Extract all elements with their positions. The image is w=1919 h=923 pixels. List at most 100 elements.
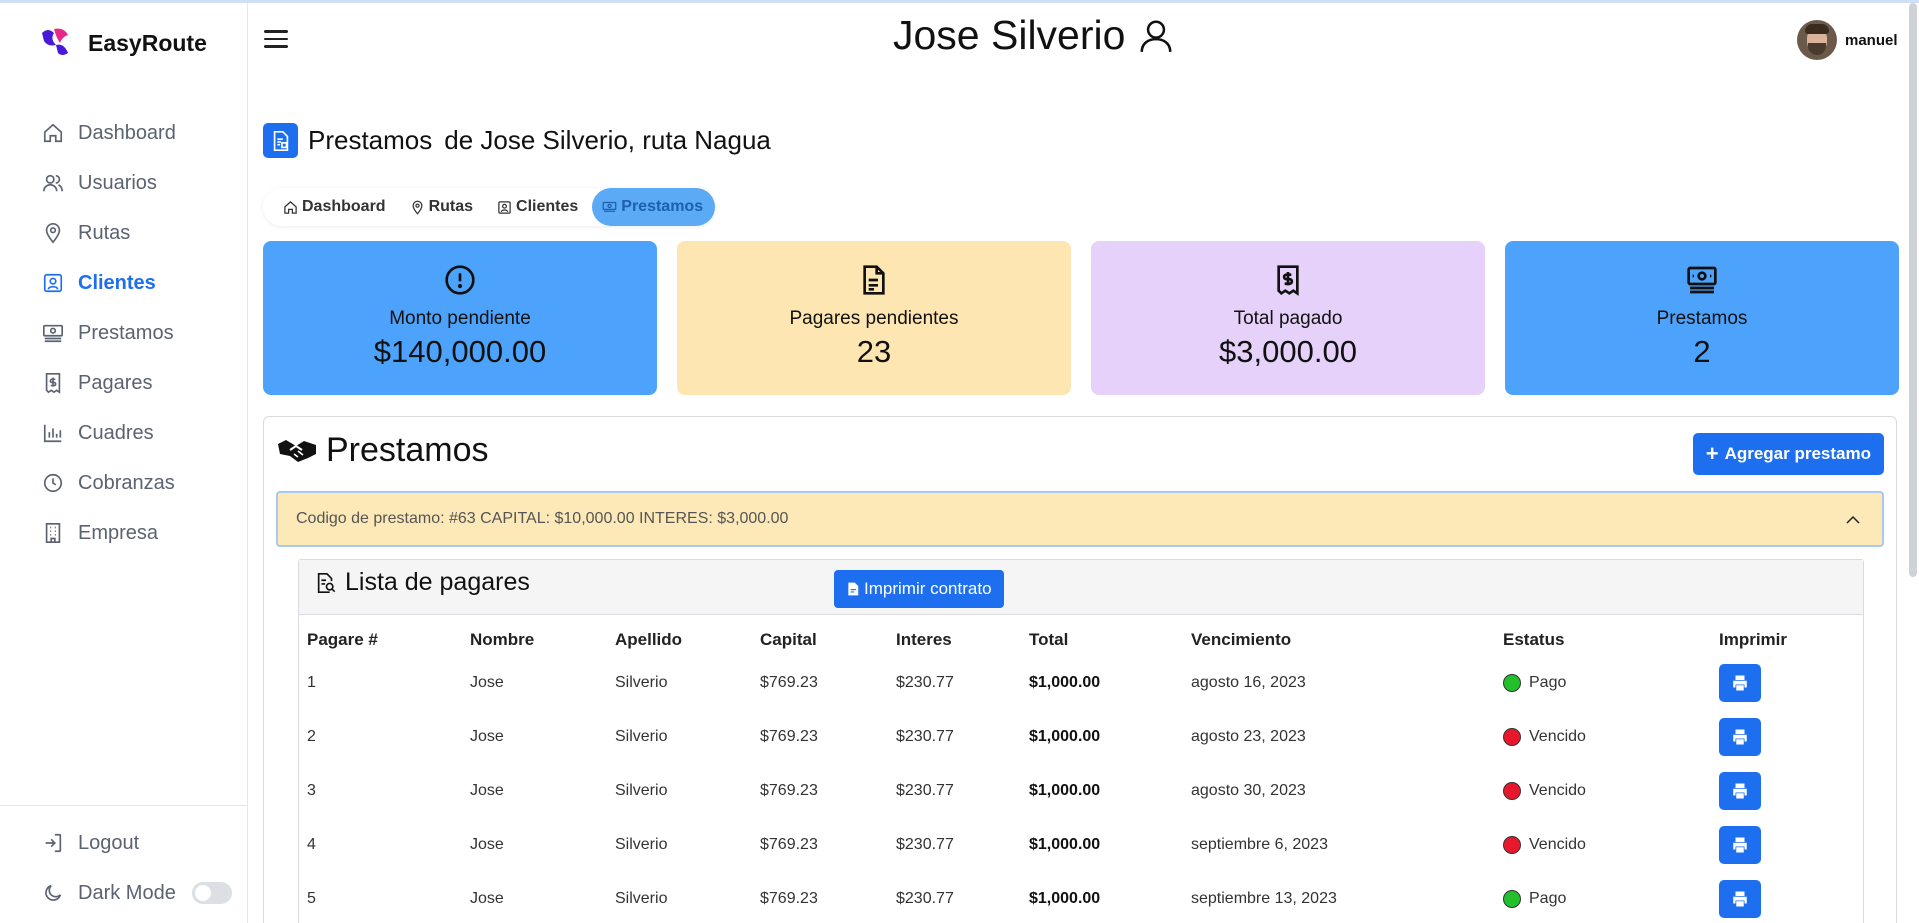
home-icon — [284, 200, 297, 214]
stat-value: 23 — [856, 334, 892, 369]
pagares-title: Lista de pagares — [315, 568, 530, 597]
stat-card-monto-pendiente: Monto pendiente $140,000.00 — [263, 241, 657, 395]
money-icon — [43, 324, 63, 343]
cell-pagare-number: 2 — [307, 728, 316, 745]
cell-estatus: Vencido — [1503, 710, 1719, 764]
page-scrollbar[interactable] — [1909, 3, 1917, 577]
cell-imprimir — [1719, 872, 1857, 923]
cell-total: $1,000.00 — [1029, 890, 1101, 907]
sidebar-item-pagares[interactable]: Pagares — [0, 358, 248, 408]
stat-value: 2 — [1693, 334, 1711, 369]
print-pagare-button[interactable] — [1719, 880, 1761, 918]
print-pagare-button[interactable] — [1719, 826, 1761, 864]
status-text: Vencido — [1529, 728, 1586, 745]
sidebar-item-label: Empresa — [78, 521, 159, 544]
cell-capital: $769.23 — [760, 890, 818, 907]
moon-icon — [45, 884, 62, 901]
cell-imprimir — [1719, 656, 1857, 710]
pagares-title-text: Lista de pagares — [345, 568, 530, 596]
print-contract-button[interactable]: Imprimir contrato — [834, 570, 1004, 608]
printer-icon — [1733, 783, 1747, 799]
breadcrumb-clientes[interactable]: Clientes — [487, 188, 588, 226]
status-text: Vencido — [1529, 836, 1586, 853]
status-dot-icon — [1503, 836, 1521, 854]
print-pagare-button[interactable] — [1719, 718, 1761, 756]
printer-icon — [1733, 729, 1747, 745]
stat-value: $140,000.00 — [373, 334, 547, 369]
panel-title-text: Prestamos — [326, 431, 489, 469]
page-subtitle: de Jose Silverio, ruta Nagua — [444, 125, 771, 155]
sidebar-item-label: Clientes — [78, 271, 156, 294]
sidebar-item-label: Rutas — [78, 221, 131, 244]
header-title: Jose Silverio — [893, 12, 1175, 59]
table-row: 2 Jose Silverio $769.23 $230.77 $1,000.0… — [307, 710, 1857, 764]
cell-interes: $230.77 — [896, 782, 954, 799]
document-search-icon — [317, 572, 336, 593]
alert-circle-icon — [445, 265, 475, 295]
table-row: 3 Jose Silverio $769.23 $230.77 $1,000.0… — [307, 764, 1857, 818]
breadcrumb-label: Prestamos — [621, 198, 704, 215]
sidebar-item-empresa[interactable]: Empresa — [0, 508, 248, 558]
sidebar-item-cuadres[interactable]: Cuadres — [0, 408, 248, 458]
cell-imprimir — [1719, 764, 1857, 818]
sidebar-item-clientes[interactable]: Clientes — [0, 258, 248, 308]
user-menu[interactable]: manuel — [1797, 20, 1898, 60]
sidebar-item-dashboard[interactable]: Dashboard — [0, 108, 248, 158]
status-dot-icon — [1503, 782, 1521, 800]
printer-icon — [1733, 675, 1747, 691]
print-pagare-button[interactable] — [1719, 664, 1761, 702]
sidebar-item-usuarios[interactable]: Usuarios — [0, 158, 248, 208]
dark-mode-toggle[interactable] — [192, 882, 232, 904]
sidebar-item-rutas[interactable]: Rutas — [0, 208, 248, 258]
sidebar-item-cobranzas[interactable]: Cobranzas — [0, 458, 248, 508]
sidebar-item-prestamos[interactable]: Prestamos — [0, 308, 248, 358]
status-text: Pago — [1529, 674, 1567, 691]
handshake-icon — [278, 439, 316, 462]
dark-mode-row: Dark Mode — [0, 868, 248, 918]
sidebar-item-label: Dashboard — [78, 121, 176, 144]
logout-label: Logout — [78, 831, 140, 854]
brand[interactable]: EasyRoute — [38, 25, 207, 61]
breadcrumb-rutas[interactable]: Rutas — [400, 188, 483, 226]
cell-interes: $230.77 — [896, 674, 954, 691]
sidebar-item-label: Cobranzas — [78, 471, 175, 494]
breadcrumb-label: Clientes — [516, 198, 579, 215]
loan-accordion-header[interactable]: Codigo de prestamo: #63 CAPITAL: $10,000… — [276, 491, 1884, 547]
building-icon — [45, 523, 61, 543]
breadcrumb-dashboard[interactable]: Dashboard — [273, 188, 396, 226]
status-dot-icon — [1503, 890, 1521, 908]
stat-label: Prestamos — [1656, 308, 1748, 329]
user-icon — [1140, 19, 1172, 52]
cell-nombre: Jose — [470, 674, 504, 691]
cell-pagare-number: 3 — [307, 782, 316, 799]
logout-icon — [45, 833, 62, 853]
menu-toggle-icon[interactable] — [264, 30, 288, 50]
column-header: Estatus — [1503, 630, 1565, 649]
print-pagare-button[interactable] — [1719, 772, 1761, 810]
pagares-table: Pagare # Nombre Apellido Capital Interes… — [307, 616, 1857, 923]
sidebar: EasyRoute Dashboard Usuarios Rutas Clien… — [0, 3, 248, 923]
cell-nombre: Jose — [470, 890, 504, 907]
contact-icon — [43, 273, 63, 293]
add-loan-button[interactable]: + Agregar prestamo — [1692, 433, 1884, 475]
receipt-icon — [45, 373, 61, 394]
cell-estatus: Vencido — [1503, 818, 1719, 872]
breadcrumb-prestamos[interactable]: Prestamos — [592, 188, 716, 226]
logout-button[interactable]: Logout — [0, 818, 248, 868]
cell-vencimiento: agosto 23, 2023 — [1191, 728, 1306, 745]
sidebar-nav: Dashboard Usuarios Rutas Clientes Presta… — [0, 108, 248, 558]
stat-card-prestamos: Prestamos 2 — [1505, 241, 1899, 395]
column-header: Vencimiento — [1191, 630, 1292, 649]
home-icon — [43, 123, 63, 143]
map-pin-icon — [45, 223, 61, 244]
sidebar-item-label: Prestamos — [78, 321, 174, 344]
status-text: Vencido — [1529, 782, 1586, 799]
column-header: Interes — [896, 630, 952, 649]
chevron-up-icon — [1846, 515, 1860, 524]
avatar — [1797, 20, 1837, 60]
status-text: Pago — [1529, 890, 1567, 907]
user-name: manuel — [1845, 31, 1898, 49]
cell-interes: $230.77 — [896, 890, 954, 907]
cell-interes: $230.77 — [896, 728, 954, 745]
file-pdf-icon — [848, 582, 859, 596]
